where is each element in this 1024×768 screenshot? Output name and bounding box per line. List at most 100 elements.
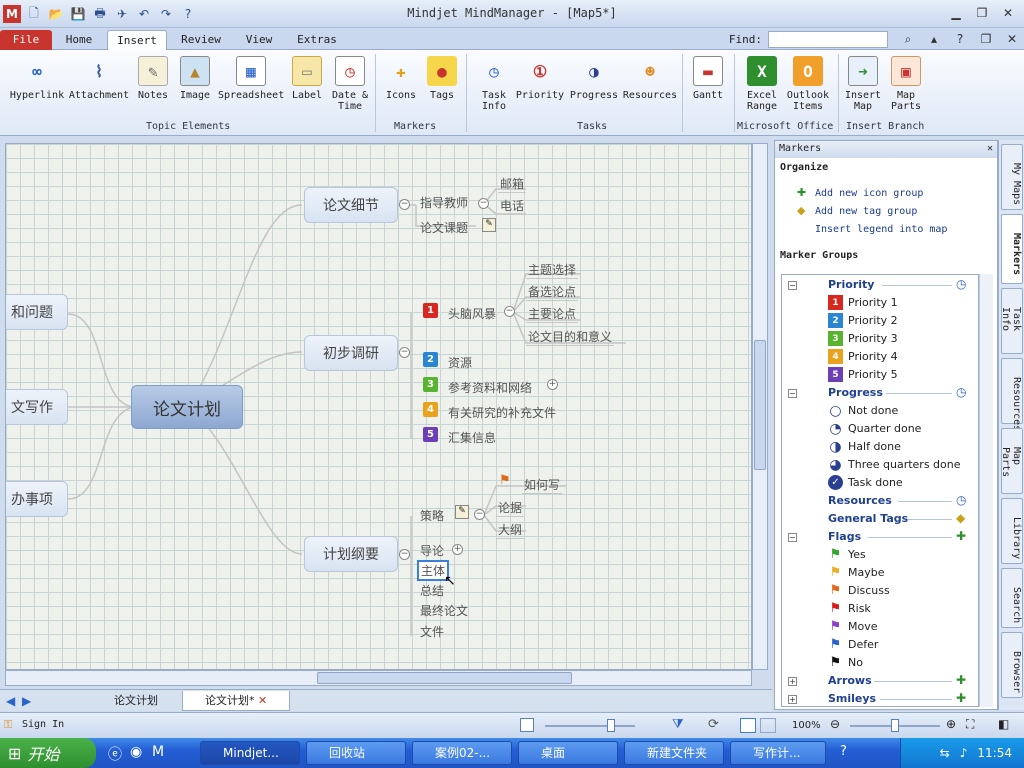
filter-icon[interactable]: ⧩ — [672, 717, 684, 732]
task-info-button[interactable]: ◷ Task Info — [474, 56, 514, 112]
marker-item[interactable]: Priority 4 — [848, 350, 898, 363]
subtopic[interactable]: 参考资料和网络 — [448, 379, 532, 396]
find-input[interactable] — [768, 30, 888, 48]
marker-item[interactable]: Yes — [848, 548, 866, 561]
notes-button[interactable]: ✎ Notes — [134, 56, 172, 101]
outlook-items-button[interactable]: O Outlook Items — [784, 56, 832, 112]
insert-map-button[interactable]: ➜ Insert Map — [843, 56, 883, 112]
taskbar-item-case02[interactable]: 案例02-... — [412, 741, 512, 765]
panel-scrollbar[interactable] — [979, 274, 993, 707]
tab-extras[interactable]: Extras — [290, 30, 344, 50]
topic-left-1[interactable]: 和问题 — [6, 294, 68, 330]
leaf-topic[interactable]: 如何写 — [522, 476, 563, 494]
tab-review[interactable]: Review — [172, 30, 230, 50]
layout-icon[interactable]: ⟳ — [708, 717, 719, 732]
side-tab-map-parts[interactable]: Map Parts — [1000, 428, 1023, 494]
marker-item[interactable]: Priority 2 — [848, 314, 898, 327]
hyperlink-button[interactable]: ∞ Hyperlink — [8, 56, 66, 101]
marker-item[interactable]: Move — [848, 620, 878, 633]
excel-range-button[interactable]: X Excel Range — [740, 56, 784, 112]
subtopic[interactable]: 策略 — [420, 507, 444, 524]
tab-insert[interactable]: Insert — [107, 30, 167, 50]
minimize-icon[interactable]: ▁ — [944, 4, 968, 22]
gantt-button[interactable]: ▬ Gantt — [688, 56, 728, 101]
collapse-toggle[interactable]: − — [788, 533, 797, 542]
expand-toggle[interactable]: + — [547, 379, 558, 390]
horizontal-scroll-thumb[interactable] — [317, 672, 572, 684]
leaf-topic[interactable]: 备选论点 — [526, 283, 579, 301]
leaf-topic[interactable]: 论文目的和意义 — [526, 328, 615, 346]
group-flags[interactable]: Flags — [828, 530, 861, 543]
tab-view[interactable]: View — [236, 30, 282, 50]
collapse-toggle[interactable]: − — [788, 389, 797, 398]
topic-left-2[interactable]: 文写作 — [6, 389, 68, 425]
subtopic[interactable]: 资源 — [448, 354, 472, 371]
back-arrow-icon[interactable]: ◀ — [6, 694, 15, 708]
collapse-toggle[interactable]: − — [399, 347, 410, 358]
marker-item[interactable]: Defer — [848, 638, 878, 651]
taskbar-item-recycle-bin[interactable]: 回收站 — [306, 741, 406, 765]
leaf-topic[interactable]: 主题选择 — [526, 261, 579, 279]
close-icon[interactable]: ✕ — [996, 4, 1020, 22]
taskbar-item-desktop[interactable]: 桌面 — [518, 741, 618, 765]
mindmanager-launch-icon[interactable]: M — [152, 744, 164, 760]
marker-item[interactable]: Priority 1 — [848, 296, 898, 309]
smiley-options-icon[interactable]: ✚ — [956, 691, 966, 705]
marker-item[interactable]: Maybe — [848, 566, 885, 579]
taskbar-item-new-folder[interactable]: 新建文件夹 — [624, 741, 724, 765]
marker-item[interactable]: Three quarters done — [848, 458, 961, 471]
topic-outline-plan[interactable]: 计划纲要 — [304, 536, 398, 572]
topic-initial-research[interactable]: 初步调研 — [304, 335, 398, 371]
side-tab-browser[interactable]: Browser — [1001, 632, 1023, 698]
side-tab-search[interactable]: Search — [1001, 568, 1023, 628]
marker-item[interactable]: Priority 3 — [848, 332, 898, 345]
taskbar-item-mindjet[interactable]: Mindjet... — [200, 741, 300, 765]
date-time-button[interactable]: ◷ Date & Time — [330, 56, 370, 112]
side-tab-resources[interactable]: Resources — [1001, 358, 1023, 431]
tab-home[interactable]: Home — [56, 30, 102, 50]
subtopic[interactable]: 指导教师 — [420, 194, 468, 211]
marker-item[interactable]: Task done — [848, 476, 903, 489]
group-arrows[interactable]: Arrows — [828, 674, 872, 687]
arrow-options-icon[interactable]: ✚ — [956, 673, 966, 687]
close-tab-icon[interactable]: ✕ — [258, 694, 267, 707]
spreadsheet-button[interactable]: ▦ Spreadsheet — [218, 56, 284, 101]
fit-screen-icon[interactable]: ⛶ — [966, 717, 974, 732]
panel-toggle-icon[interactable]: ◧ — [998, 717, 1009, 731]
marker-item[interactable]: Quarter done — [848, 422, 921, 435]
zoom-in-icon[interactable]: ⊕ — [946, 717, 956, 731]
side-tab-markers[interactable]: Markers — [1001, 214, 1023, 284]
start-button[interactable]: ⊞ 开始 — [0, 738, 96, 768]
collapse-toggle[interactable]: − — [504, 306, 515, 317]
image-button[interactable]: ▲ Image — [176, 56, 214, 101]
help-circle-icon[interactable]: ? — [948, 30, 972, 48]
doc-close-icon[interactable]: ✕ — [1000, 30, 1024, 48]
note-icon[interactable]: ✎ — [482, 218, 496, 232]
network-icon[interactable]: ⇆ — [940, 746, 950, 760]
zoom-out-icon[interactable]: ⊖ — [830, 717, 840, 731]
collapse-toggle[interactable]: − — [788, 281, 797, 290]
marker-item[interactable]: Half done — [848, 440, 901, 453]
forward-arrow-icon[interactable]: ▶ — [22, 694, 31, 708]
subtopic[interactable]: 导论 — [420, 542, 444, 559]
label-button[interactable]: ▭ Label — [288, 56, 326, 101]
collapse-toggle[interactable]: − — [474, 509, 485, 520]
map-view-icon[interactable] — [740, 718, 756, 733]
expand-toggle[interactable]: + — [788, 677, 797, 686]
marker-item[interactable]: Priority 5 — [848, 368, 898, 381]
binoculars-icon[interactable]: ⌕ — [896, 30, 920, 48]
topic-thesis-details[interactable]: 论文细节 — [304, 187, 398, 223]
outline-view-icon[interactable] — [760, 718, 776, 733]
leaf-topic[interactable]: 论据 — [496, 499, 525, 517]
tags-button[interactable]: ● Tags — [424, 56, 460, 101]
doc-tab-1[interactable]: 论文计划 — [92, 691, 174, 711]
collapse-toggle[interactable]: − — [399, 549, 410, 560]
marker-item[interactable]: Not done — [848, 404, 898, 417]
group-options-icon[interactable]: ◷ — [956, 385, 966, 399]
add-icon-group-link[interactable]: Add new icon group — [815, 188, 923, 199]
leaf-topic[interactable]: 主要论点 — [526, 305, 579, 323]
resources-button[interactable]: ☻ Resources — [622, 56, 678, 101]
vertical-scroll-thumb[interactable] — [754, 340, 766, 470]
marker-item[interactable]: No — [848, 656, 863, 669]
subtopic[interactable]: 头脑风暴 — [448, 305, 496, 322]
